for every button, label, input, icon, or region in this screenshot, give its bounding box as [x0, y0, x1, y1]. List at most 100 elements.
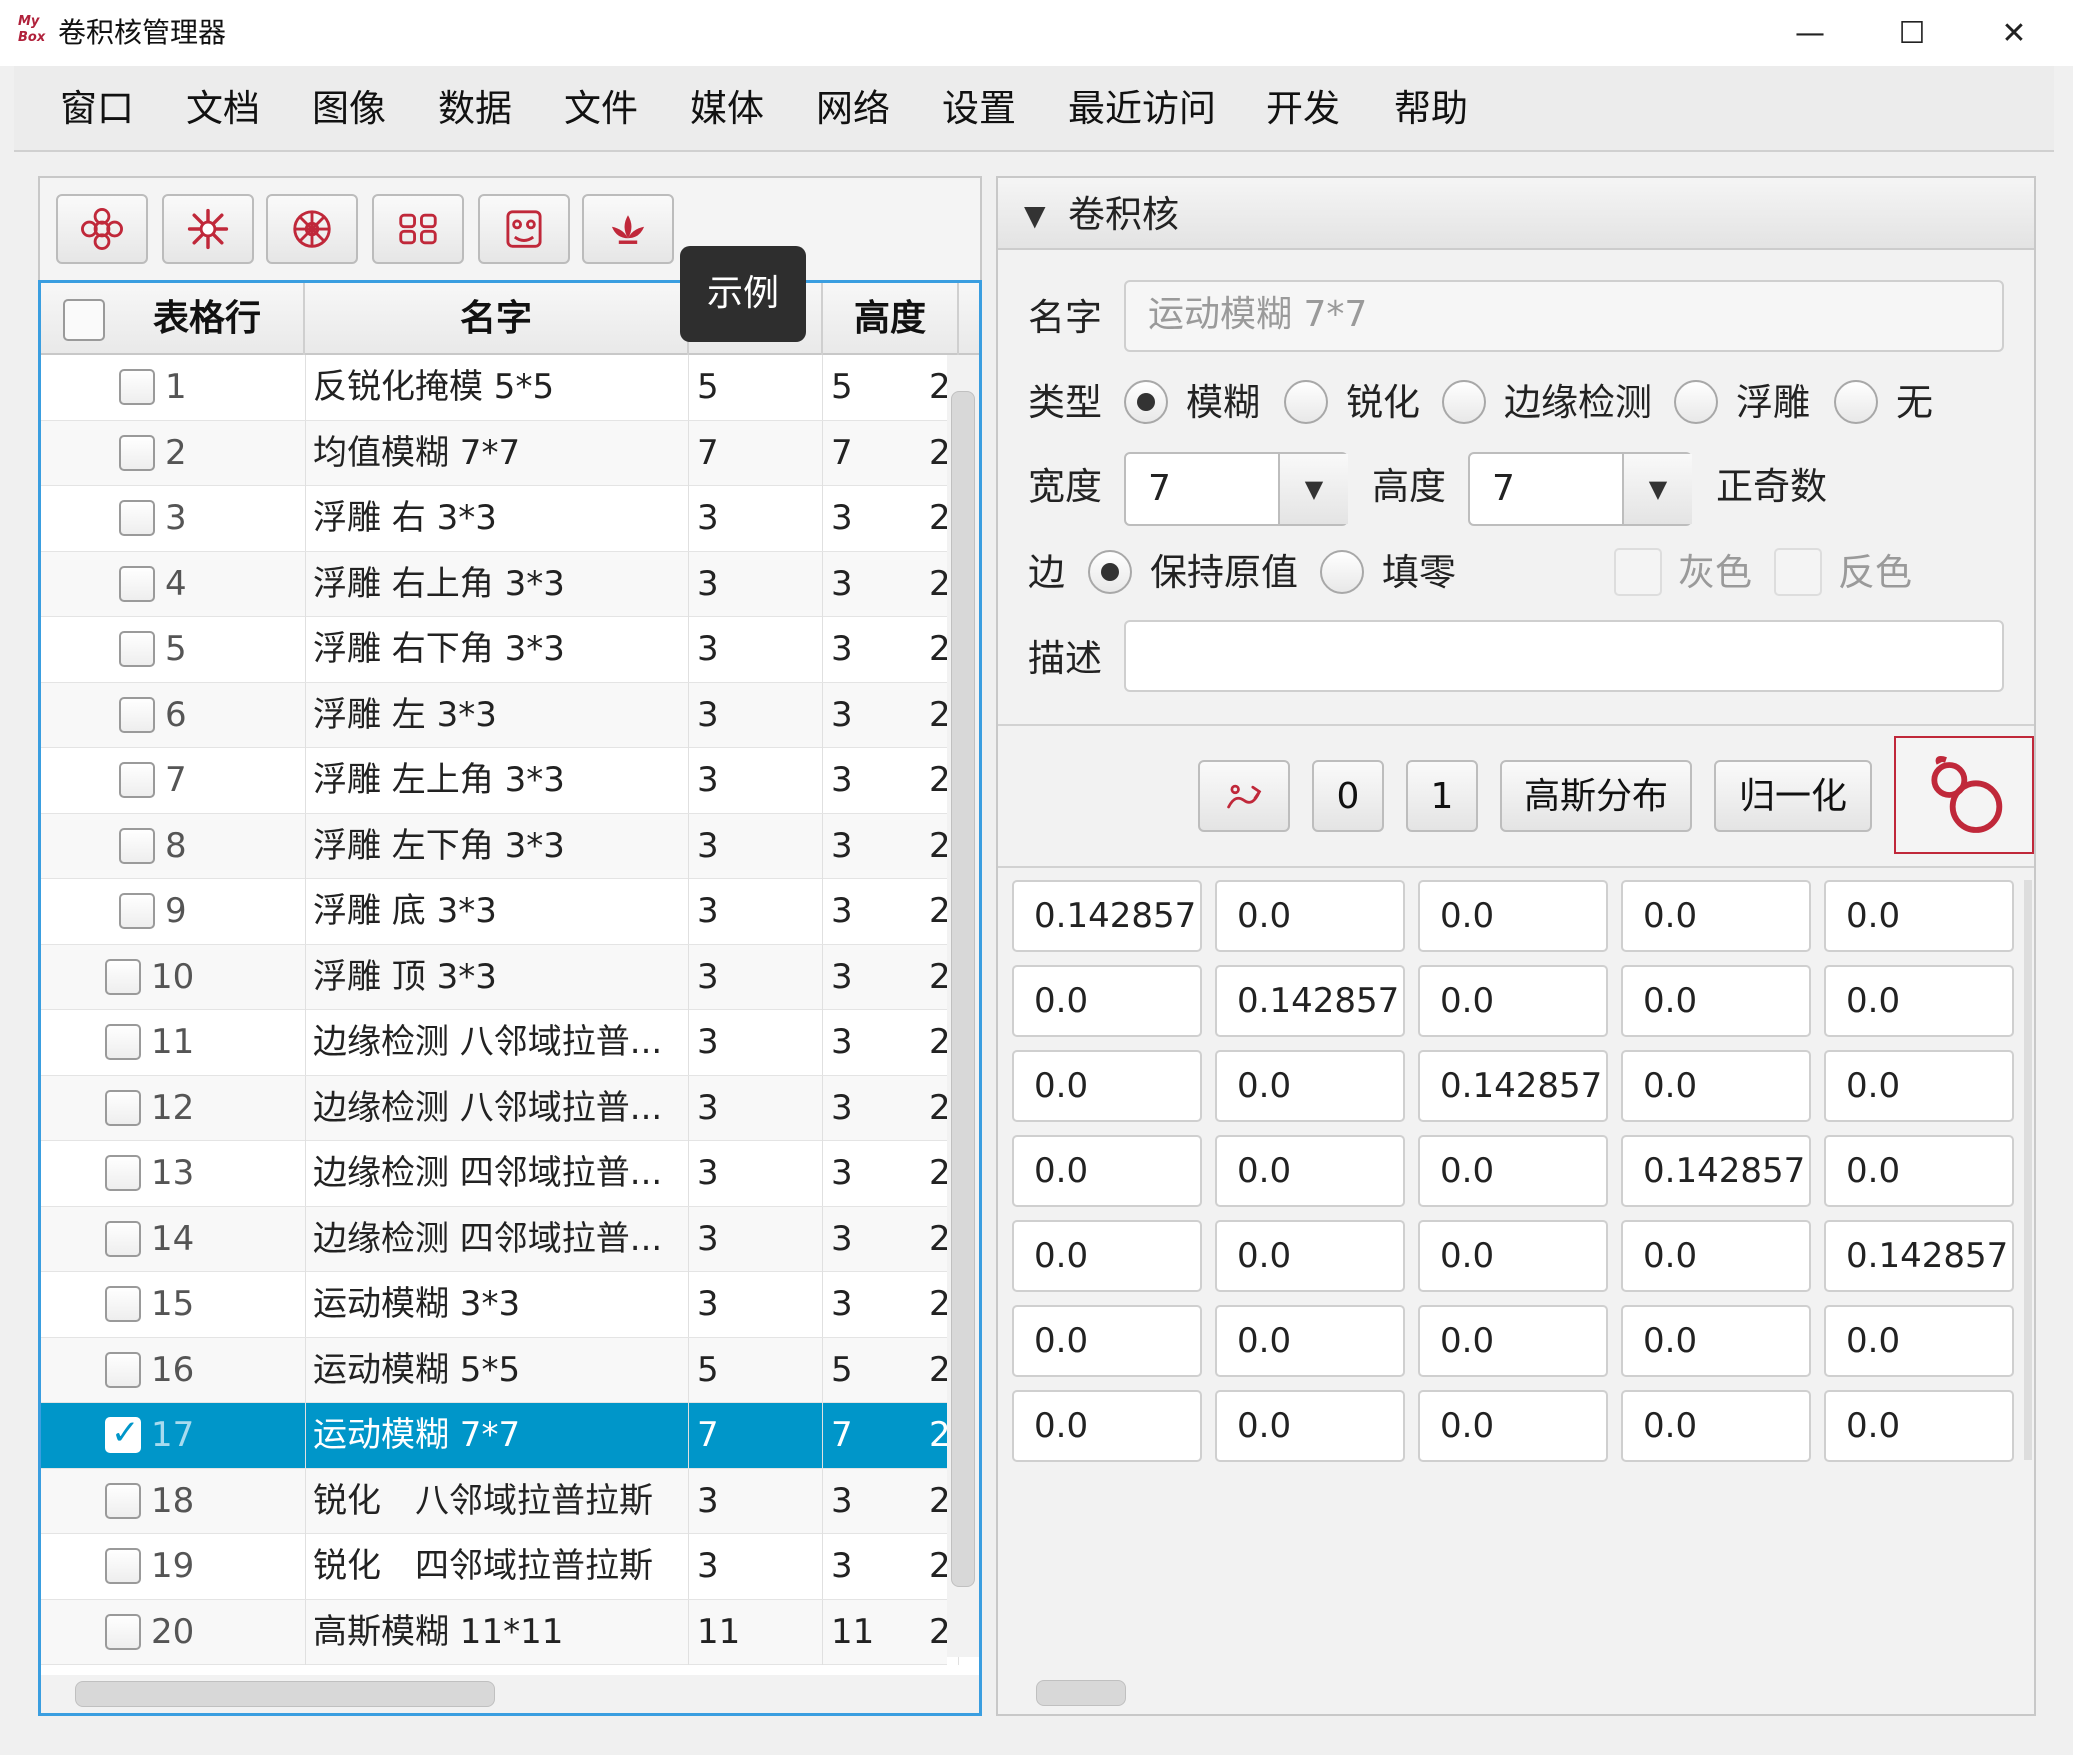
type-edge-label[interactable]: 边缘检测 — [1504, 378, 1652, 428]
type-none-radio[interactable] — [1834, 380, 1878, 424]
row-checkbox[interactable] — [105, 1286, 141, 1322]
matrix-horizontal-scroll-thumb[interactable] — [1036, 1680, 1126, 1706]
table-row[interactable]: 5浮雕 右下角 3*3332 — [41, 617, 959, 683]
fill-zero-button[interactable]: 0 — [1312, 760, 1384, 832]
matrix-cell[interactable]: 0.0 — [1621, 880, 1811, 952]
matrix-cell[interactable]: 0.0 — [1215, 1390, 1405, 1462]
matrix-cell[interactable]: 0.0 — [1012, 1390, 1202, 1462]
matrix-cell[interactable]: 0.0 — [1824, 1050, 2014, 1122]
type-emboss-radio[interactable] — [1674, 380, 1718, 424]
matrix-cell[interactable]: 0.0 — [1824, 1305, 2014, 1377]
type-emboss-label[interactable]: 浮雕 — [1736, 378, 1810, 428]
matrix-cell[interactable]: 0.0 — [1824, 1390, 2014, 1462]
matrix-cell[interactable]: 0.142857 — [1824, 1220, 2014, 1292]
matrix-horizontal-scrollbar[interactable] — [998, 1674, 2034, 1712]
save-button[interactable] — [1894, 736, 2034, 854]
header-name[interactable]: 名字 — [305, 283, 689, 355]
table-horizontal-scroll-thumb[interactable] — [75, 1681, 495, 1707]
matrix-cell[interactable]: 0.0 — [1012, 1050, 1202, 1122]
name-field[interactable]: 运动模糊 7*7 — [1124, 280, 2004, 352]
table-row[interactable]: 4浮雕 右上角 3*3332 — [41, 551, 959, 617]
matrix-cell[interactable]: 0.0 — [1824, 880, 2014, 952]
table-row[interactable]: ✓17运动模糊 7*7772 — [41, 1403, 959, 1469]
table-row[interactable]: 18锐化 八邻域拉普拉斯332 — [41, 1468, 959, 1534]
maximize-button[interactable]: ☐ — [1866, 0, 1958, 66]
row-checkbox[interactable] — [105, 1024, 141, 1060]
table-row[interactable]: 10浮雕 顶 3*3332 — [41, 944, 959, 1010]
row-checkbox[interactable] — [105, 1089, 141, 1126]
matrix-cell[interactable]: 0.142857 — [1418, 1050, 1608, 1122]
type-sharpen-label[interactable]: 锐化 — [1346, 378, 1420, 428]
header-height[interactable]: 高度 — [823, 283, 959, 355]
description-field[interactable] — [1124, 620, 2004, 692]
menu-image[interactable]: 图像 — [312, 84, 386, 134]
table-row[interactable]: 2均值模糊 7*7772 — [41, 420, 959, 486]
matrix-cell[interactable]: 0.0 — [1418, 1135, 1608, 1207]
menu-network[interactable]: 网络 — [816, 84, 890, 134]
menu-file[interactable]: 文件 — [564, 84, 638, 134]
type-none-label[interactable]: 无 — [1896, 378, 1933, 428]
edit-button[interactable] — [266, 194, 358, 264]
table-row[interactable]: 11边缘检测 八邻域拉普...332 — [41, 1010, 959, 1076]
example-button[interactable] — [582, 194, 674, 264]
matrix-cell[interactable]: 0.0 — [1418, 1220, 1608, 1292]
type-blur-radio[interactable] — [1124, 380, 1168, 424]
menu-data[interactable]: 数据 — [438, 84, 512, 134]
row-checkbox[interactable] — [119, 631, 155, 667]
type-edge-radio[interactable] — [1442, 380, 1486, 424]
row-checkbox[interactable] — [119, 565, 155, 602]
menu-media[interactable]: 媒体 — [690, 84, 764, 134]
select-all-button[interactable] — [56, 194, 148, 264]
table-vertical-scrollbar[interactable] — [947, 355, 979, 1657]
row-checkbox[interactable] — [119, 500, 155, 536]
matrix-cell[interactable]: 0.0 — [1418, 965, 1608, 1037]
edge-keep-radio[interactable] — [1088, 550, 1132, 594]
delete-button[interactable] — [372, 194, 464, 264]
height-dropdown-icon[interactable]: ▼ — [1622, 454, 1692, 524]
type-blur-label[interactable]: 模糊 — [1186, 378, 1260, 428]
clear-button[interactable] — [478, 194, 570, 264]
table-horizontal-scrollbar[interactable] — [41, 1675, 979, 1713]
table-row[interactable]: 15运动模糊 3*3332 — [41, 1272, 959, 1338]
table-row[interactable]: 8浮雕 左下角 3*3332 — [41, 813, 959, 879]
type-sharpen-radio[interactable] — [1284, 380, 1328, 424]
row-checkbox[interactable] — [105, 1548, 141, 1584]
collapse-arrow-icon[interactable]: ▼ — [1024, 196, 1046, 236]
edge-keep-label[interactable]: 保持原值 — [1150, 548, 1298, 598]
add-button[interactable] — [162, 194, 254, 264]
row-checkbox[interactable] — [119, 827, 155, 864]
matrix-cell[interactable]: 0.0 — [1215, 880, 1405, 952]
row-checkbox[interactable] — [119, 369, 155, 405]
table-row[interactable]: 16运动模糊 5*5552 — [41, 1337, 959, 1403]
matrix-cell[interactable]: 0.0 — [1824, 1135, 2014, 1207]
matrix-cell[interactable]: 0.0 — [1418, 880, 1608, 952]
header-select-all-checkbox[interactable] — [63, 299, 105, 341]
matrix-cell[interactable]: 0.0 — [1012, 1135, 1202, 1207]
matrix-cell[interactable]: 0.142857 — [1215, 965, 1405, 1037]
row-checkbox[interactable] — [119, 893, 155, 929]
row-checkbox[interactable] — [119, 434, 155, 471]
matrix-cell[interactable]: 0.0 — [1621, 1390, 1811, 1462]
close-button[interactable]: ✕ — [1968, 0, 2060, 66]
menu-document[interactable]: 文档 — [186, 84, 260, 134]
minimize-button[interactable]: — — [1764, 0, 1856, 66]
edge-zero-label[interactable]: 填零 — [1382, 548, 1456, 598]
matrix-cell[interactable]: 0.0 — [1215, 1220, 1405, 1292]
table-row[interactable]: 7浮雕 左上角 3*3332 — [41, 748, 959, 814]
table-row[interactable]: 12边缘检测 八邻域拉普...332 — [41, 1075, 959, 1141]
matrix-cell[interactable]: 0.0 — [1012, 965, 1202, 1037]
table-row[interactable]: 1反锐化掩模 5*5552 — [41, 355, 959, 421]
matrix-cell[interactable]: 0.0 — [1215, 1305, 1405, 1377]
width-combo[interactable]: 7 ▼ — [1124, 452, 1348, 526]
fill-one-button[interactable]: 1 — [1406, 760, 1478, 832]
invert-checkbox[interactable] — [1774, 548, 1822, 596]
table-row[interactable]: 20高斯模糊 11*1111112 — [41, 1599, 959, 1665]
matrix-cell[interactable]: 0.0 — [1621, 1050, 1811, 1122]
matrix-cell[interactable]: 0.0 — [1418, 1305, 1608, 1377]
table-row[interactable]: 6浮雕 左 3*3332 — [41, 682, 959, 748]
row-checkbox[interactable] — [119, 762, 155, 798]
height-combo[interactable]: 7 ▼ — [1468, 452, 1692, 526]
row-checkbox[interactable] — [119, 696, 155, 733]
menu-help[interactable]: 帮助 — [1394, 84, 1468, 134]
row-checkbox[interactable]: ✓ — [105, 1413, 141, 1453]
